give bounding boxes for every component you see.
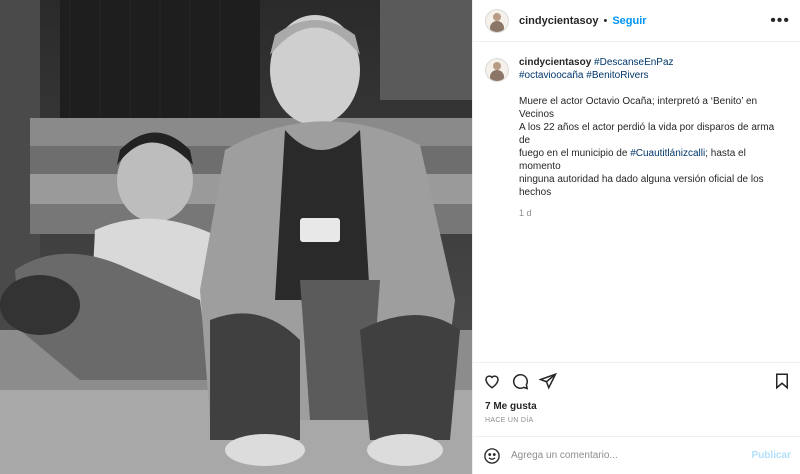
likes-count[interactable]: 7 Me gusta bbox=[485, 401, 537, 412]
caption-username-link[interactable]: cindycientasoy bbox=[519, 57, 591, 68]
photo-image bbox=[0, 0, 472, 474]
caption-text: Muere el actor Octavio Ocaña; interpretó… bbox=[519, 95, 788, 199]
caption-line: A los 22 años el actor perdió la vida po… bbox=[519, 122, 775, 146]
publish-button[interactable]: Publicar bbox=[752, 450, 791, 461]
caption-line: ninguna autoridad ha dado alguna versión… bbox=[519, 174, 764, 198]
post-side-panel: cindycientasoy • Seguir ••• cindycientas… bbox=[472, 0, 800, 474]
caption-line: fuego en el municipio de #Cuautitlánizca… bbox=[519, 147, 788, 173]
hashtag-link[interactable]: #BenitoRivers bbox=[586, 70, 648, 81]
post-photo[interactable] bbox=[0, 0, 472, 474]
post-header: cindycientasoy • Seguir ••• bbox=[473, 0, 800, 42]
follow-button[interactable]: Seguir bbox=[612, 15, 646, 27]
hashtag-link[interactable]: #DescanseEnPaz bbox=[594, 57, 674, 68]
hashtag-link[interactable]: #Cuautitlánizcalli bbox=[630, 148, 705, 159]
emoji-icon[interactable] bbox=[483, 447, 501, 465]
more-options-icon[interactable]: ••• bbox=[770, 12, 790, 29]
comment-icon[interactable] bbox=[511, 372, 529, 390]
caption-age[interactable]: 1 d bbox=[519, 207, 788, 220]
caption-avatar[interactable] bbox=[485, 58, 509, 82]
comment-input[interactable]: Agrega un comentario... bbox=[511, 450, 752, 461]
avatar[interactable] bbox=[485, 8, 509, 33]
username-link[interactable]: cindycientasoy bbox=[519, 15, 598, 27]
caption-line: Muere el actor Octavio Ocaña; interpretó… bbox=[519, 96, 758, 120]
post-timestamp[interactable]: HACE UN DÍA bbox=[485, 417, 533, 424]
caption-line-part: fuego en el municipio de bbox=[519, 148, 631, 159]
share-icon[interactable] bbox=[539, 372, 557, 390]
instagram-post-modal: cindycientasoy • Seguir ••• cindycientas… bbox=[0, 0, 800, 474]
action-bar bbox=[473, 362, 800, 398]
bookmark-icon[interactable] bbox=[773, 372, 791, 390]
comment-box: Agrega un comentario... Publicar bbox=[473, 436, 800, 474]
heart-icon[interactable] bbox=[483, 372, 501, 390]
separator-dot: • bbox=[603, 14, 608, 27]
hashtag-link[interactable]: #octavioocaña bbox=[519, 70, 584, 81]
caption-body: cindycientasoy #DescanseEnPaz #octaviooc… bbox=[519, 56, 788, 220]
post-caption: cindycientasoy #DescanseEnPaz #octaviooc… bbox=[473, 42, 800, 220]
